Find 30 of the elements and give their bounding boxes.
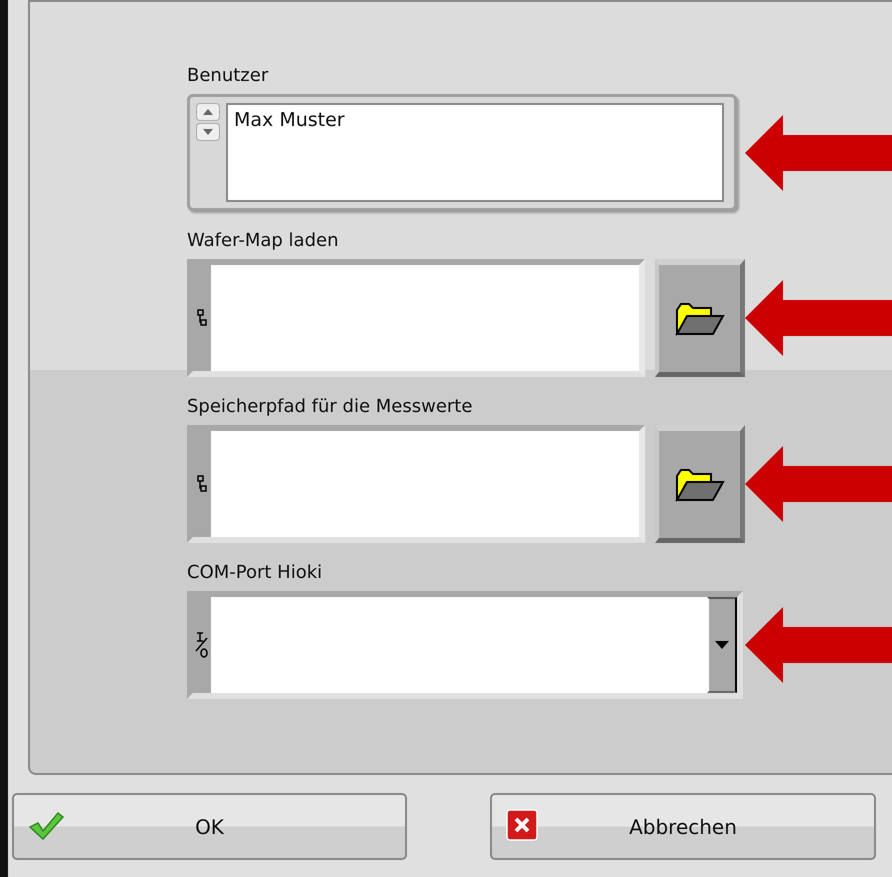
folder-icon <box>674 302 724 336</box>
triangle-up-icon <box>202 108 214 116</box>
arrow-icon <box>745 446 892 522</box>
browse-button[interactable] <box>655 425 745 543</box>
user-name-text: Max Muster <box>226 103 724 202</box>
field-label: COM-Port Hioki <box>187 561 324 585</box>
cancel-button[interactable]: Abbrechen <box>490 793 876 860</box>
scroll-up-button[interactable] <box>196 103 220 121</box>
field-label: Wafer-Map laden <box>187 229 340 253</box>
scroll-down-button[interactable] <box>196 123 220 141</box>
folder-icon <box>674 468 724 502</box>
ok-button[interactable]: OK <box>12 793 407 860</box>
field-label: Benutzer <box>187 64 270 88</box>
checkmark-icon <box>28 809 64 843</box>
arrow-icon <box>745 607 892 683</box>
path-field[interactable] <box>187 425 645 543</box>
browse-button[interactable] <box>655 259 745 377</box>
text-field[interactable]: Max Muster <box>187 94 737 211</box>
path-field[interactable] <box>187 259 645 377</box>
arrow-icon <box>745 114 892 190</box>
triangle-down-icon <box>715 641 729 649</box>
path-icon <box>197 309 207 327</box>
arrow-icon <box>745 280 892 356</box>
path-icon <box>197 475 207 493</box>
close-icon <box>506 809 538 841</box>
triangle-down-icon <box>202 128 214 136</box>
io-icon <box>195 631 209 659</box>
dropdown-field[interactable] <box>187 591 743 699</box>
dropdown-button[interactable] <box>707 597 737 693</box>
field-label: Speicherpfad für die Messwerte <box>187 395 474 419</box>
